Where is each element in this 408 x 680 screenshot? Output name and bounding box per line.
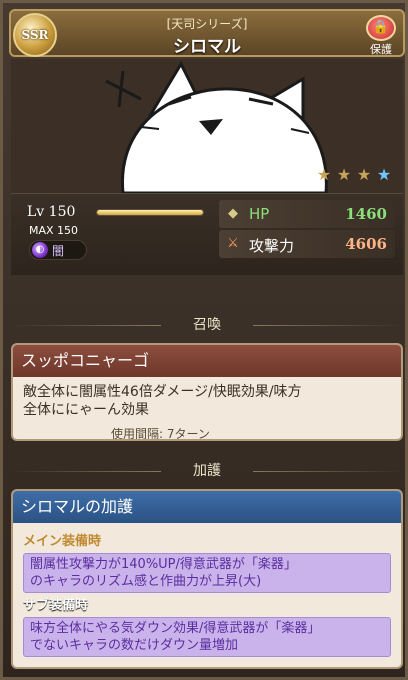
series-label: [天司シリーズ] — [166, 17, 248, 31]
hp-value: 1460 — [345, 205, 387, 223]
element-badge: ◐ 闇 — [29, 240, 87, 260]
main-equip-title: メイン装備時 — [23, 534, 102, 549]
atk-value: 4606 — [345, 235, 387, 253]
stats-panel: Lv 150 MAX 150 ◐ 闇 ◆ HP 1460 ⚔ 攻撃力 4606 — [11, 193, 403, 275]
hp-row: ◆ HP 1460 — [219, 200, 395, 228]
boost-name: シロマルの加護 — [13, 491, 401, 523]
card-frame: SSR [天司シリーズ] シロマル 🔒 保護 ★ ★ ★ ★ Lv 150 MA… — [0, 0, 408, 680]
summon-effect-line: 全体ににゃーん効果 — [23, 402, 149, 418]
character-name: シロマル — [173, 37, 241, 57]
rarity-stars: ★ ★ ★ ★ — [315, 166, 393, 184]
sub-equip-line: でないキャラの数だけダウン量増加 — [30, 638, 239, 653]
sub-equip-box: 味方全体にやる気ダウン効果/得意武器が「楽器」 でないキャラの数だけダウン量増加 — [23, 617, 391, 657]
lock-label: 保護 — [370, 43, 392, 56]
summon-card: スッポコニャーゴ 敵全体に闇属性46倍ダメージ/快眠効果/味方 全体ににゃーん効… — [11, 343, 403, 441]
main-equip-line: のキャラのリズム感と作曲力が上昇(大) — [30, 574, 262, 589]
element-label: 闇 — [52, 243, 65, 258]
max-level-label: MAX 150 — [29, 224, 79, 237]
level-bar — [96, 209, 204, 216]
lock-button[interactable]: 🔒 保護 — [363, 15, 399, 56]
dark-element-icon: ◐ — [32, 242, 48, 258]
summon-body: 敵全体に闇属性46倍ダメージ/快眠効果/味方 全体ににゃーん効果 使用間隔: 7… — [13, 377, 401, 441]
lock-icon: 🔒 — [366, 15, 396, 41]
boost-body: メイン装備時 闇属性攻撃力が140%UP/得意武器が「楽器」 のキャラのリズム感… — [13, 523, 401, 663]
header: SSR [天司シリーズ] シロマル 🔒 保護 — [9, 9, 405, 57]
summon-turn-text: 使用間隔: 7ターン — [111, 427, 210, 441]
level-bar-fill — [97, 210, 203, 215]
sword-icon: ⚔ — [227, 236, 239, 251]
boost-section-title: 加護 — [11, 457, 403, 485]
atk-row: ⚔ 攻撃力 4606 — [219, 230, 395, 258]
star-icon: ★ — [356, 165, 372, 184]
atk-label: 攻撃力 — [249, 237, 295, 255]
main-equip-box: 闇属性攻撃力が140%UP/得意武器が「楽器」 のキャラのリズム感と作曲力が上昇… — [23, 553, 391, 593]
summon-section-title: 召喚 — [11, 311, 403, 339]
sub-equip-title: サブ装備時 — [23, 598, 89, 613]
hp-label: HP — [249, 205, 270, 223]
star-icon: ★ — [316, 165, 332, 184]
boost-card: シロマルの加護 メイン装備時 闇属性攻撃力が140%UP/得意武器が「楽器」 の… — [11, 489, 403, 669]
main-equip-line: 闇属性攻撃力が140%UP/得意武器が「楽器」 — [30, 557, 297, 572]
star-icon: ★ — [336, 165, 352, 184]
sub-equip-line: 味方全体にやる気ダウン効果/得意武器が「楽器」 — [30, 621, 321, 636]
star-icon: ★ — [376, 165, 392, 184]
summon-effect-line: 敵全体に闇属性46倍ダメージ/快眠効果/味方 — [23, 384, 302, 400]
summon-name: スッポコニャーゴ — [13, 345, 401, 377]
level-label: Lv 150 — [27, 204, 76, 220]
diamond-icon: ◆ — [228, 206, 238, 221]
